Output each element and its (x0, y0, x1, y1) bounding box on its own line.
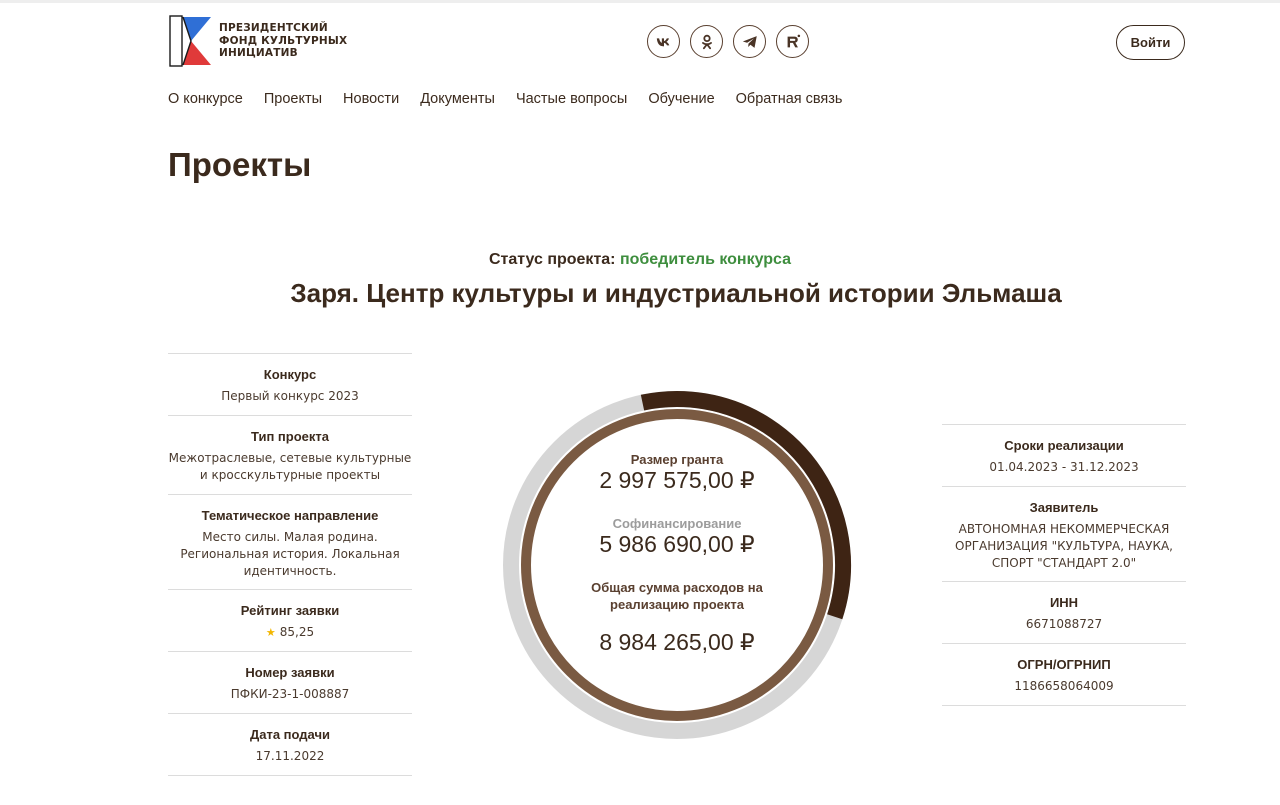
info-rating: Рейтинг заявки ★ 85,25 (168, 590, 412, 652)
grant-value: 2 997 575,00 ₽ (599, 467, 755, 493)
info-label: Дата подачи (249, 727, 331, 742)
project-status: Статус проекта: победитель конкурса (0, 251, 1280, 269)
nav-item-feedback[interactable]: Обратная связь (736, 91, 843, 107)
info-label: Рейтинг заявки (240, 603, 340, 618)
cofinancing-value: 5 986 690,00 ₽ (599, 531, 755, 557)
main-nav: О конкурсе Проекты Новости Документы Час… (168, 91, 843, 107)
rating-value: 85,25 (279, 625, 315, 639)
info-value: ★ 85,25 (168, 624, 412, 641)
social-links (647, 25, 809, 58)
info-inn: ИНН 6671088727 (942, 582, 1186, 644)
grant-label: Размер гранта (630, 452, 724, 467)
finance-donut: Размер гранта 2 997 575,00 ₽ Софинансиро… (497, 385, 857, 745)
status-label: Статус проекта: (488, 251, 616, 268)
nav-item-news[interactable]: Новости (343, 91, 399, 107)
info-value: Первый конкурс 2023 (221, 389, 359, 403)
top-divider (0, 0, 1280, 3)
status-value: победитель конкурса (619, 251, 792, 268)
info-label: Сроки реализации (1004, 438, 1124, 453)
info-label: Конкурс (263, 367, 317, 382)
info-value: 6671088727 (1025, 617, 1103, 631)
info-label: ИНН (1049, 595, 1079, 610)
telegram-icon[interactable] (733, 25, 766, 58)
page-title: Проекты (168, 146, 312, 183)
info-contest: Конкурс Первый конкурс 2023 (168, 354, 412, 416)
logo-line: ФОНД КУЛЬТУРНЫХ (219, 34, 348, 47)
info-timeline: Сроки реализации 01.04.2023 - 31.12.2023 (942, 425, 1186, 487)
project-title: Заря. Центр культуры и индустриальной ис… (290, 278, 1062, 308)
info-label: ОГРН/ОГРНИП (1017, 657, 1111, 672)
logo-line: ПРЕЗИДЕНТСКИЙ (219, 22, 328, 35)
info-label: Тип проекта (251, 429, 329, 444)
info-value: АВТОНОМНАЯ НЕКОММЕРЧЕСКАЯ ОРГАНИЗАЦИЯ "К… (955, 522, 1173, 570)
total-label: Общая сумма расходов на реализацию проек… (591, 580, 763, 612)
login-button[interactable]: Войти (1116, 25, 1185, 60)
info-theme: Тематическое направление Место силы. Мал… (168, 495, 412, 590)
info-application-number: Номер заявки ПФКИ-23-1-008887 (168, 652, 412, 714)
project-info-right: Сроки реализации 01.04.2023 - 31.12.2023… (942, 424, 1186, 706)
project-info-left: Конкурс Первый конкурс 2023 Тип проекта … (168, 353, 412, 776)
nav-item-documents[interactable]: Документы (420, 91, 495, 107)
logo[interactable]: ПРЕЗИДЕНТСКИЙ ФОНД КУЛЬТУРНЫХ ИНИЦИАТИВ (169, 14, 359, 68)
info-ogrn: ОГРН/ОГРНИП 1186658064009 (942, 644, 1186, 706)
cofinancing-label: Софинансирование (612, 516, 742, 531)
nav-item-faq[interactable]: Частые вопросы (516, 91, 627, 107)
nav-item-training[interactable]: Обучение (648, 91, 714, 107)
logo-text: ПРЕЗИДЕНТСКИЙ ФОНД КУЛЬТУРНЫХ ИНИЦИАТИВ (219, 22, 347, 60)
info-label: Тематическое направление (201, 508, 379, 523)
logo-line: ИНИЦИАТИВ (219, 47, 298, 60)
info-applicant: Заявитель АВТОНОМНАЯ НЕКОММЕРЧЕСКАЯ ОРГА… (942, 487, 1186, 582)
info-value: Место силы. Малая родина. Региональная и… (180, 530, 400, 578)
donut-labels: Размер гранта 2 997 575,00 ₽ Софинансиро… (497, 385, 857, 745)
total-value: 8 984 265,00 ₽ (599, 629, 755, 655)
info-value: 01.04.2023 - 31.12.2023 (989, 460, 1139, 474)
nav-item-projects[interactable]: Проекты (264, 91, 322, 107)
info-value: 1186658064009 (1014, 679, 1114, 693)
rutube-icon[interactable] (776, 25, 809, 58)
info-submission-date: Дата подачи 17.11.2022 (168, 714, 412, 776)
info-project-type: Тип проекта Межотраслевые, сетевые культ… (168, 416, 412, 495)
vk-icon[interactable] (647, 25, 680, 58)
logo-mark-icon (169, 15, 211, 67)
nav-item-about[interactable]: О конкурсе (168, 91, 243, 107)
info-value: ПФКИ-23-1-008887 (230, 687, 350, 701)
info-label: Номер заявки (245, 665, 335, 680)
star-icon: ★ (265, 626, 276, 639)
info-value: Межотраслевые, сетевые культурные и крос… (168, 451, 412, 482)
odnoklassniki-icon[interactable] (690, 25, 723, 58)
info-label: Заявитель (1029, 500, 1099, 515)
info-value: 17.11.2022 (255, 749, 325, 763)
